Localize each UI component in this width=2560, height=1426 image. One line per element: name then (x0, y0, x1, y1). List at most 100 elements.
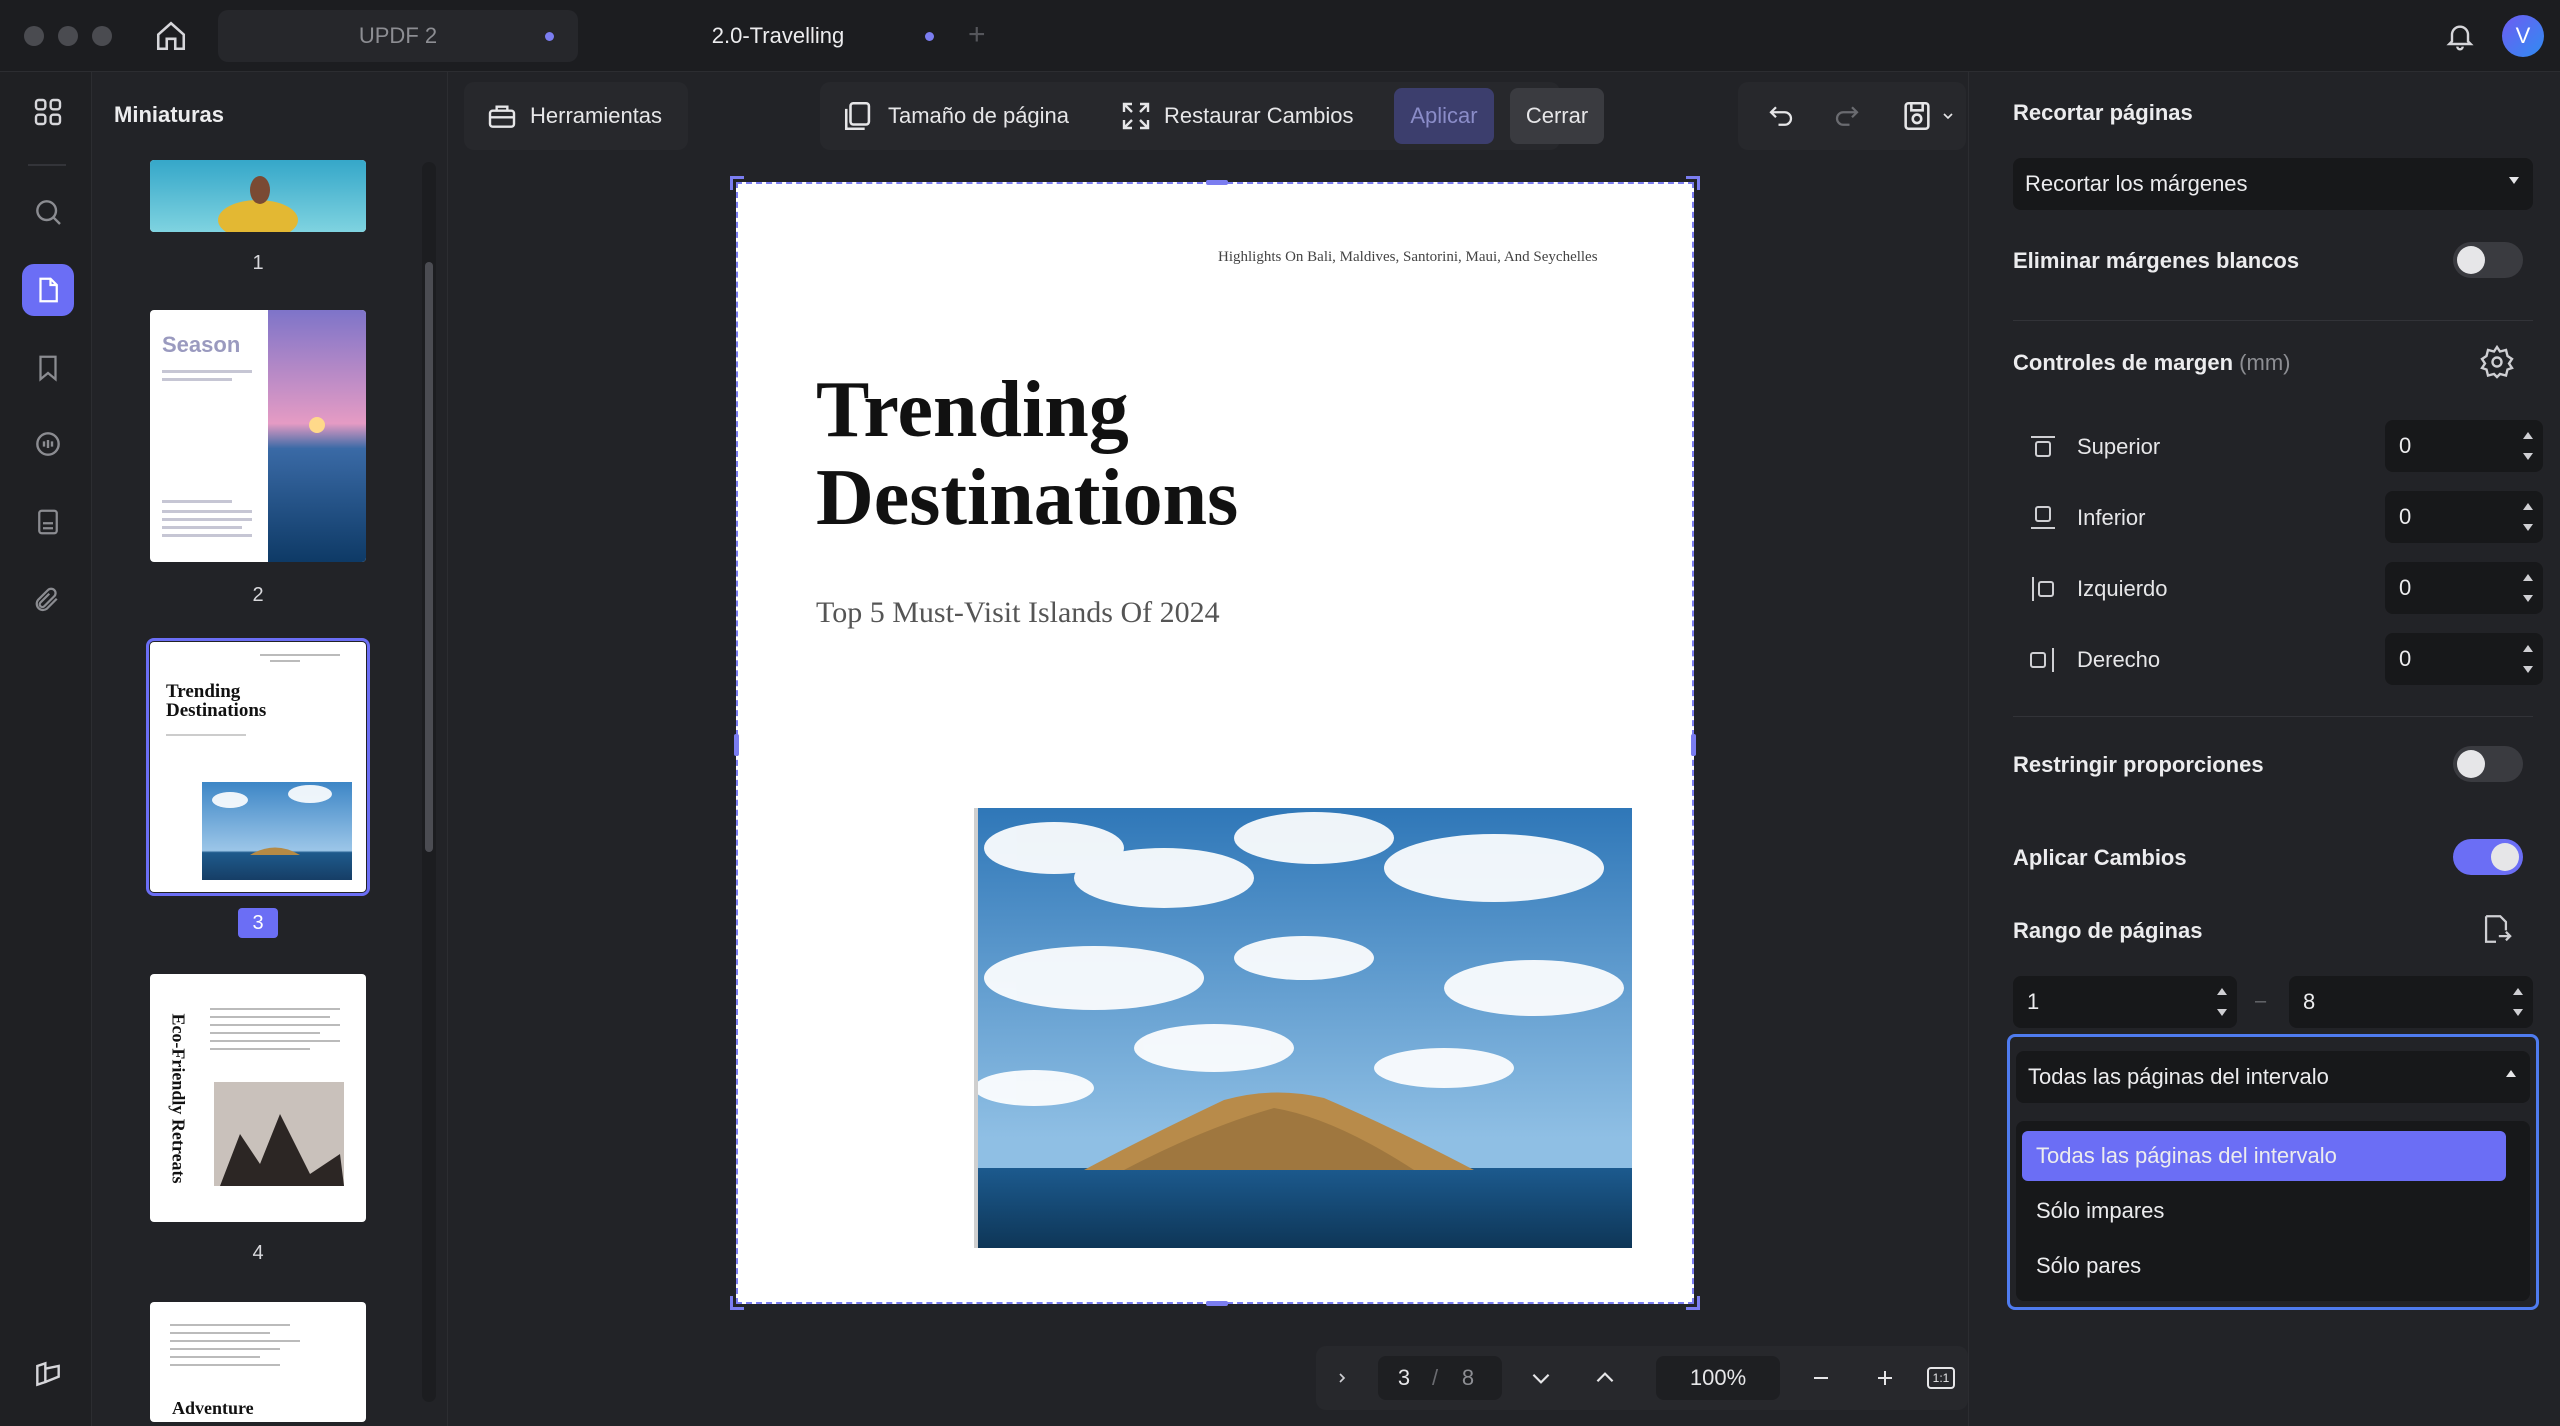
stepper-icon[interactable] (2513, 986, 2523, 1018)
thumbnail-page-1[interactable] (150, 160, 366, 232)
close-label: Cerrar (1525, 103, 1589, 128)
stepper-icon[interactable] (2217, 986, 2227, 1018)
range-mode-value: Todas las páginas del intervalo (2028, 1064, 2329, 1089)
margin-bottom-input[interactable]: 0 (2385, 491, 2543, 543)
margin-right-row: Derecho 0 (2029, 629, 2543, 689)
range-mode-select[interactable]: Todas las páginas del intervalo (2016, 1051, 2530, 1103)
actual-size-button[interactable]: 1:1 (1918, 1346, 1964, 1410)
page-subtitle: Top 5 Must-Visit Islands Of 2024 (816, 596, 1220, 629)
comments-button[interactable] (22, 418, 74, 470)
thumbnail-heading: Adventure (172, 1398, 254, 1418)
document-canvas: Highlights On Bali, Maldives, Santorini,… (448, 160, 1968, 1426)
layers-button[interactable] (22, 1348, 74, 1400)
range-from-input[interactable]: 1 (2013, 976, 2237, 1028)
caret-up-icon (2506, 1070, 2516, 1077)
margin-right-input[interactable]: 0 (2385, 633, 2543, 685)
thumbnail-image (166, 654, 352, 880)
thumbnail-image (150, 160, 366, 232)
stepper-icon[interactable] (2523, 572, 2533, 604)
crop-pages-title: Recortar páginas (2013, 100, 2193, 125)
crop-handle-top[interactable] (1206, 180, 1228, 185)
crop-handle-bottom[interactable] (1206, 1301, 1228, 1306)
crop-handle-right[interactable] (1691, 734, 1696, 756)
toolbox-icon (488, 105, 516, 128)
remove-white-margins-toggle[interactable] (2453, 242, 2523, 278)
zoom-window-button[interactable] (92, 26, 112, 46)
close-window-button[interactable] (24, 26, 44, 46)
thumbnails-button[interactable] (22, 264, 74, 316)
left-tool-rail (0, 72, 92, 1426)
save-icon (1904, 101, 1930, 131)
tab-travelling[interactable]: 2.0-Travelling (598, 10, 958, 62)
page-size-button[interactable]: Tamaño de página (828, 88, 1083, 144)
home-button[interactable] (150, 16, 192, 56)
page-size-label: Tamaño de página (888, 103, 1070, 128)
crop-handle-top-left[interactable] (730, 176, 744, 190)
undo-button[interactable] (1752, 88, 1810, 144)
thumbnail-heading: Trending Destinations (166, 681, 267, 721)
thumbnails-scroll-thumb[interactable] (425, 262, 433, 852)
apply-button[interactable]: Aplicar (1394, 88, 1494, 144)
search-button[interactable] (22, 186, 74, 238)
margin-left-value: 0 (2399, 575, 2412, 600)
zoom-out-button[interactable] (1796, 1346, 1846, 1410)
stepper-icon[interactable] (2523, 430, 2533, 462)
tools-button[interactable]: Herramientas (472, 88, 676, 144)
bookmarks-button[interactable] (22, 342, 74, 394)
option-odd-pages[interactable]: Sólo impares (2022, 1186, 2506, 1236)
margin-bottom-row: Inferior 0 (2029, 487, 2543, 547)
next-page-button[interactable] (1516, 1346, 1566, 1410)
crop-mode-select[interactable]: Recortar los márgenes (2013, 158, 2533, 210)
stepper-icon[interactable] (2523, 501, 2533, 533)
apply-changes-toggle[interactable] (2453, 839, 2523, 875)
restrict-proportions-toggle[interactable] (2453, 746, 2523, 782)
crop-handle-bottom-right[interactable] (1686, 1296, 1700, 1310)
collapse-nav-button[interactable] (1320, 1346, 1364, 1410)
close-button[interactable]: Cerrar (1510, 88, 1604, 144)
caret-down-icon (2509, 177, 2519, 184)
crop-handle-top-right[interactable] (1686, 176, 1700, 190)
thumbnail-page-2[interactable]: Season (150, 310, 366, 562)
minimize-window-button[interactable] (58, 26, 78, 46)
tab-label: 2.0-Travelling (711, 23, 845, 48)
save-menu-button[interactable] (1886, 88, 1970, 144)
thumbnail-heading: Season (162, 332, 241, 357)
thumbnail-page-5[interactable]: Adventure (150, 1302, 366, 1422)
range-from-value: 1 (2027, 989, 2040, 1014)
crop-handle-bottom-left[interactable] (730, 1296, 744, 1310)
stepper-icon[interactable] (2523, 643, 2533, 675)
thumbnail-page-3[interactable]: Trending Destinations (146, 638, 370, 896)
range-to-value: 8 (2303, 989, 2316, 1014)
margin-right-icon (2030, 648, 2054, 672)
margin-top-input[interactable]: 0 (2385, 420, 2543, 472)
attachments-button[interactable] (22, 574, 74, 626)
thumbnail-page-4[interactable]: Eco-Friendly Retreats (150, 974, 366, 1222)
forms-button[interactable] (22, 496, 74, 548)
range-to-input[interactable]: 8 (2289, 976, 2533, 1028)
option-even-pages[interactable]: Sólo pares (2022, 1241, 2506, 1291)
apply-label: Aplicar (1410, 103, 1478, 128)
margin-left-row: Izquierdo 0 (2029, 558, 2543, 618)
notifications-button[interactable] (2440, 16, 2480, 56)
new-tab-button[interactable]: + (968, 18, 986, 52)
margin-bottom-label: Inferior (2077, 505, 2146, 530)
margin-settings-button[interactable] (2479, 344, 2515, 385)
previous-page-button[interactable] (1580, 1346, 1630, 1410)
margin-bottom-icon (2031, 506, 2055, 529)
updf-window: UPDF 2 2.0-Travelling + V Miniaturas 1 S… (0, 0, 2560, 1426)
divider (2013, 716, 2533, 717)
zoom-in-button[interactable] (1860, 1346, 1910, 1410)
unsaved-dot (925, 32, 934, 41)
crop-handle-left[interactable] (734, 734, 739, 756)
tab-updf-2[interactable]: UPDF 2 (218, 10, 578, 62)
option-all-pages[interactable]: Todas las páginas del intervalo (2022, 1131, 2506, 1181)
apps-button[interactable] (22, 86, 74, 138)
redo-button[interactable] (1818, 88, 1876, 144)
pdf-page[interactable]: Highlights On Bali, Maldives, Santorini,… (730, 176, 1700, 1310)
avatar[interactable]: V (2502, 15, 2544, 57)
margin-left-input[interactable]: 0 (2385, 562, 2543, 614)
restore-changes-button[interactable]: Restaurar Cambios (1106, 88, 1368, 144)
unsaved-dot (545, 32, 554, 41)
thumbnail-heading: Eco-Friendly Retreats (168, 1013, 189, 1184)
page-range-button[interactable] (2479, 912, 2513, 951)
